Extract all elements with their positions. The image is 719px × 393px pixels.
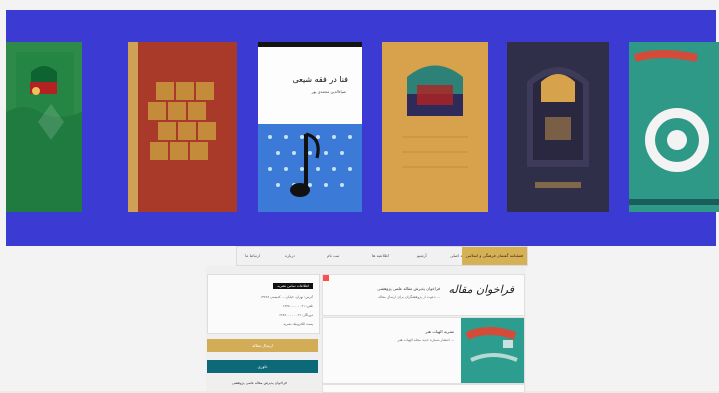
nav-active-tab[interactable]: فصلنامه گفتمان فرهنگی و اسلامی [462,247,527,265]
reviewers-button[interactable]: داوری [207,360,318,373]
book-teal-cover[interactable] [629,42,719,212]
sidebar-header: اطلاعات تماس نشریه [273,283,313,289]
nav-item-about[interactable]: درباره [285,253,295,258]
book-green-art [6,42,82,212]
news-card-1[interactable]: فراخوان مقاله فراخوان پذیرش مقاله علمی پ… [322,274,525,316]
nav-item-contact[interactable]: ارتباط ما [245,253,260,258]
book-navy-art [507,42,609,212]
news-thumbnail-2 [461,318,524,383]
book-red-cover[interactable] [128,42,237,212]
sidebar-contact-panel: اطلاعات تماس نشریه آدرس: تهران، خیابان .… [207,274,320,334]
book-gold-art [382,42,488,212]
book-white-subtitle: ضیاء‌الدین محمدی پور [311,89,346,94]
news-desc-1: دعوت از پژوهشگران برای ارسال مقاله ... [378,295,440,299]
news-desc-2: انتشار شماره جدید مجله الهیات هنر ... [397,338,454,342]
book-white-title: فنا در فقه شیعی [292,75,348,84]
sidebar-line-2: تلفن: ۰۲۱ - ۶۶۴۸۰۰۰۰ [282,304,313,308]
nav-item-register[interactable]: ثبت نام [327,253,339,258]
page-frame: فنا در فقه شیعی ضیاء‌الدین محمدی پور [0,0,719,393]
sidebar-line-1: آدرس: تهران، خیابان ... کدپستی ۱۳۷۶۸ [260,295,314,299]
footer-link[interactable]: فراخوان پذیرش مقاله علمی پژوهشی [232,381,287,385]
book-green-cover[interactable] [6,42,82,212]
book-white-cover[interactable]: فنا در فقه شیعی ضیاء‌الدین محمدی پور [258,42,362,212]
submit-article-button[interactable]: ارسال مقاله [207,339,318,352]
news-title-2[interactable]: نشریه الهیات هنر [425,329,454,334]
book-gold-cover[interactable] [382,42,488,212]
sidebar-line-4: پست الکترونیک نشریه [283,322,313,326]
book-teal-art [629,42,719,212]
nav-item-announcements[interactable]: اطلاعیه ها [372,253,389,258]
main-navbar: ارتباط ما درباره ثبت نام اطلاعیه ها آرشی… [236,246,528,266]
nav-item-archive[interactable]: آرشیو [417,253,427,258]
logo-text: فراخوان مقاله [448,283,514,296]
news-card-2[interactable]: نشریه الهیات هنر انتشار شماره جدید مجله … [322,317,525,384]
news-thumbnail-art [461,318,524,383]
news-title-1[interactable]: فراخوان پذیرش مقاله علمی پژوهشی [377,286,440,291]
book-white-art [258,42,362,212]
news-card-3[interactable] [322,384,525,393]
pin-icon [323,275,329,281]
book-red-art [128,42,237,212]
hero-banner: فنا در فقه شیعی ضیاء‌الدین محمدی پور [6,10,719,246]
book-navy-cover[interactable] [507,42,609,212]
sidebar-line-3: دورنگار: ۰۲۱ - ۶۶۴۸۰۰۰۰ [279,313,313,317]
